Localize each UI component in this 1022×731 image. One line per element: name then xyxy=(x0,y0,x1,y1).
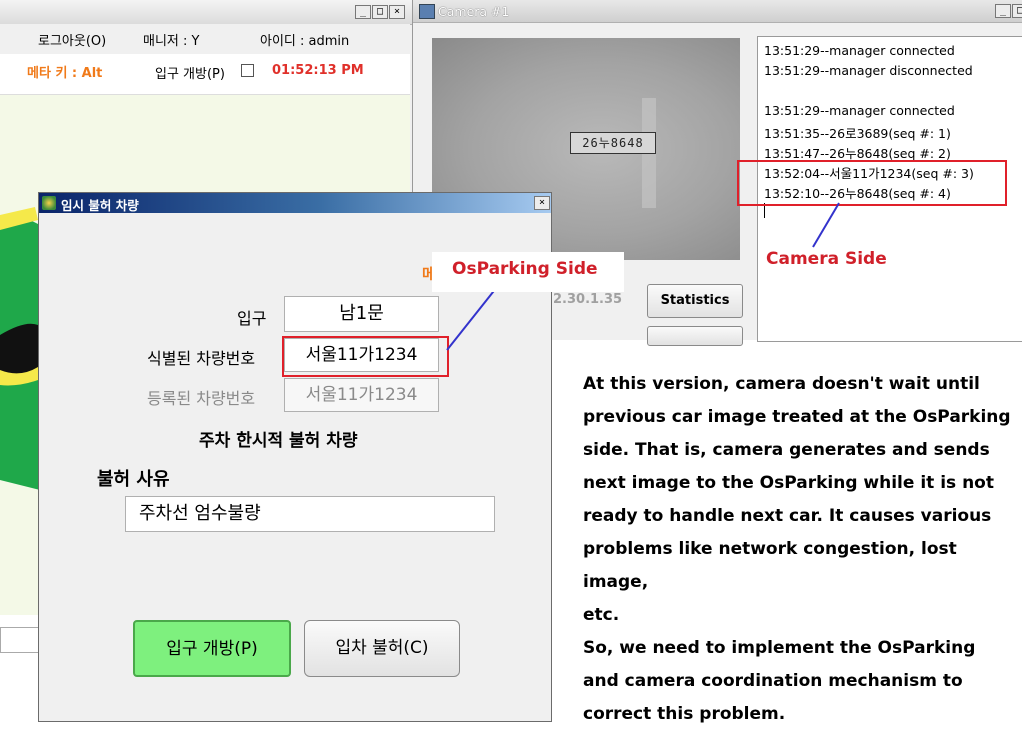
notes-line: At this version, camera doesn't wait unt… xyxy=(583,374,980,394)
notes-line: side. That is, camera generates and send… xyxy=(583,440,990,460)
camera-side-callout: Camera Side xyxy=(766,249,887,269)
notes-line: and camera coordination mechanism to xyxy=(583,671,963,691)
notes-line: previous car image treated at the OsPark… xyxy=(583,407,1011,427)
notes-line: etc. xyxy=(583,605,620,625)
osparking-side-callout: OsParking Side xyxy=(452,259,598,279)
notes-line: problems like network congestion, lost i… xyxy=(583,539,957,592)
notes-line: correct this problem. xyxy=(583,704,786,724)
notes-line: next image to the OsParking while it is … xyxy=(583,473,994,493)
notes-line: So, we need to implement the OsParking xyxy=(583,638,976,658)
osparking-arrow xyxy=(446,286,498,351)
explanation-notes: At this version, camera doesn't wait unt… xyxy=(583,368,1013,731)
camera-arrow xyxy=(812,202,840,248)
notes-line: ready to handle next car. It causes vari… xyxy=(583,506,992,526)
